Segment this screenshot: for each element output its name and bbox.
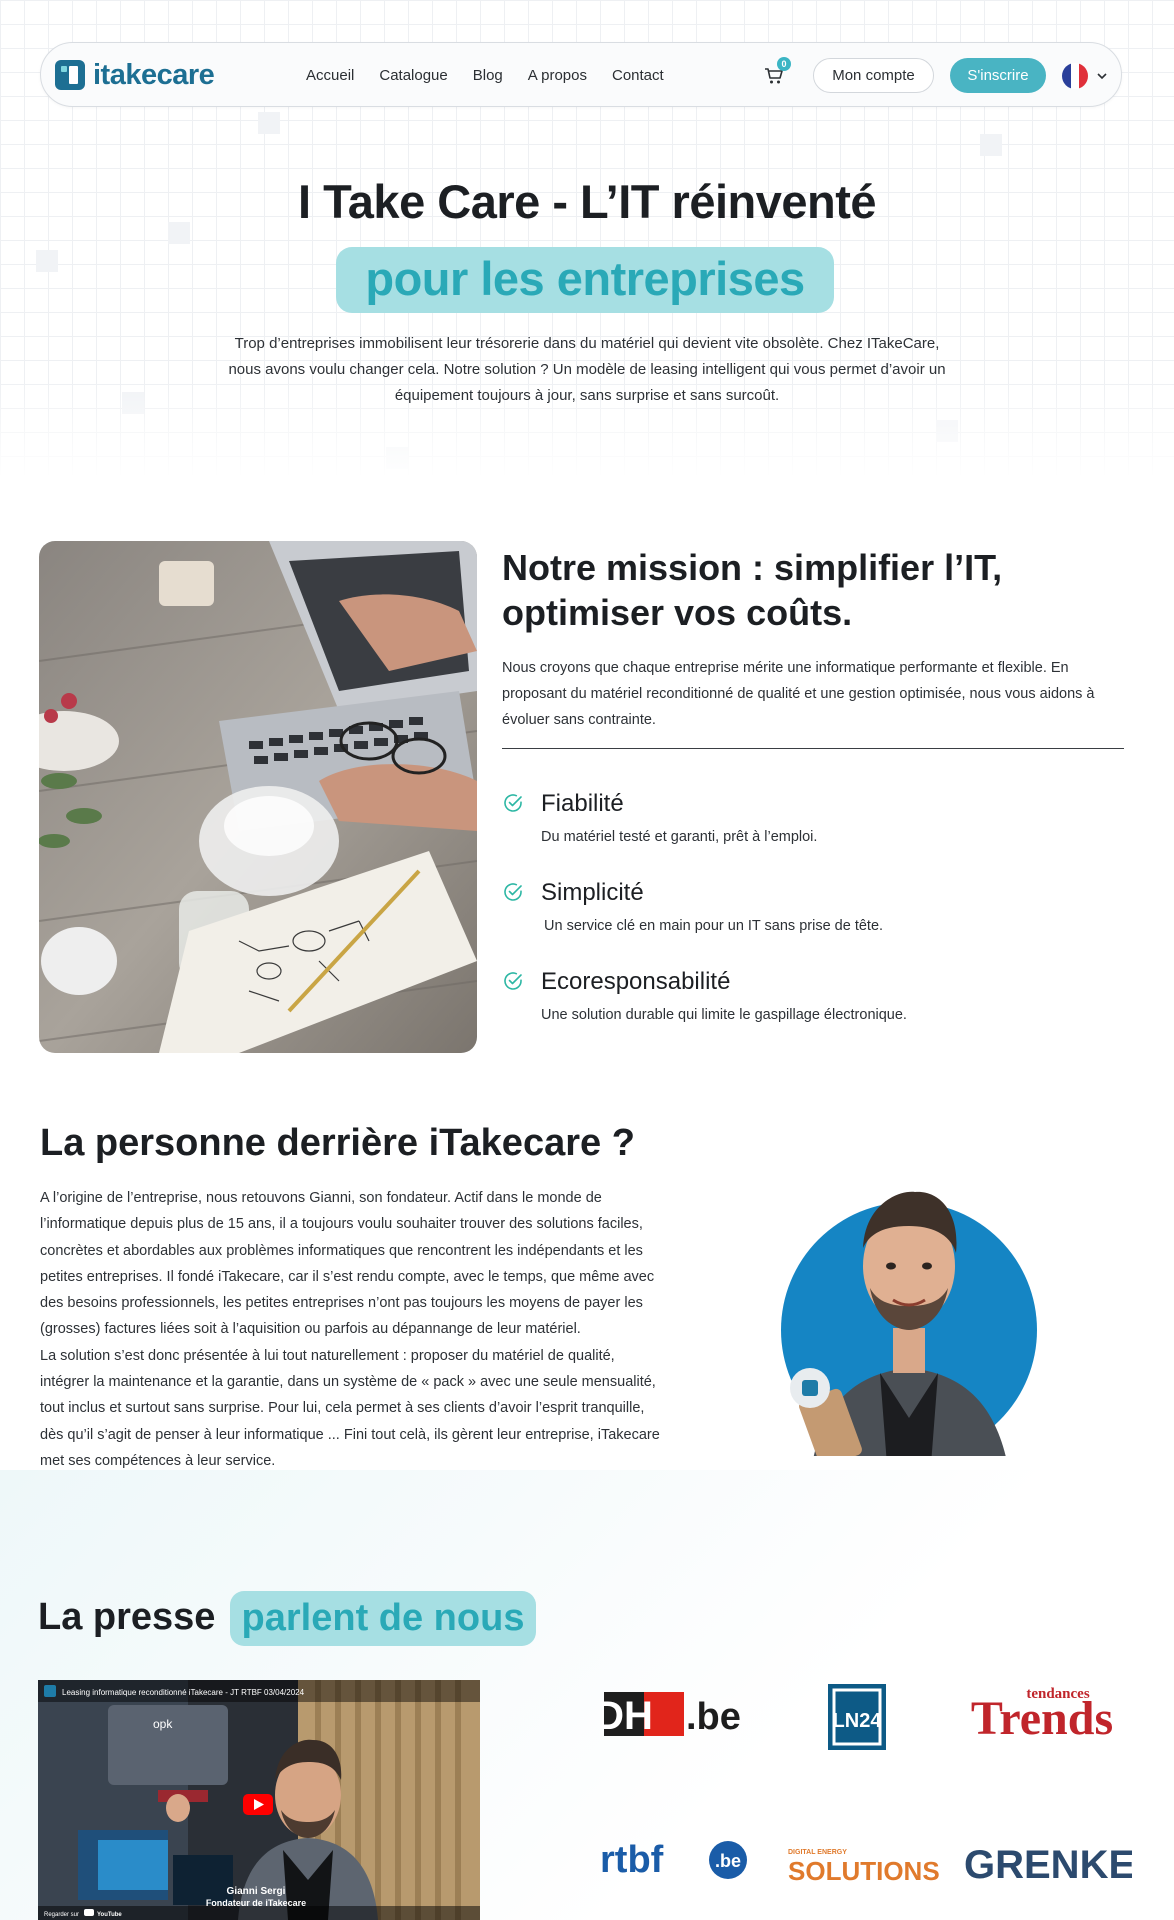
rtbf-suffix: .be: [715, 1851, 741, 1871]
chevron-down-icon: [1097, 73, 1107, 80]
press-highlight: parlent de nous: [230, 1591, 536, 1646]
rtbf-text: rtbf: [600, 1839, 664, 1881]
divider: [502, 748, 1124, 749]
video-speaker-name: Gianni Sergi: [227, 1886, 286, 1897]
check-circle-icon: [504, 972, 522, 990]
main-nav: Accueil Catalogue Blog A propos Contact: [306, 43, 689, 108]
grenke-logo[interactable]: GRENKE: [962, 1838, 1135, 1888]
nav-link-catalogue[interactable]: Catalogue: [379, 67, 447, 84]
press-video[interactable]: opk Leasing informatique reconditionné i…: [38, 1680, 480, 1920]
nav-link-a-propos[interactable]: A propos: [528, 67, 587, 84]
dh-be-logo[interactable]: DH .be: [595, 1686, 759, 1742]
header-navbar: itakecare Accueil Catalogue Blog A propo…: [40, 42, 1122, 107]
feature-description: Une solution durable qui limite le gaspi…: [541, 1007, 907, 1023]
hero-title: I Take Care - L’IT réinventé: [297, 175, 877, 228]
mission-image: [39, 541, 477, 1053]
grid-square: [36, 250, 58, 272]
fr-flag-icon: [1062, 63, 1088, 89]
founder-photo: [780, 1178, 1042, 1458]
feature-title: Ecoresponsabilité: [541, 968, 731, 995]
press-title: La presse: [38, 1596, 216, 1638]
grenke-text: GRENKE: [964, 1843, 1132, 1887]
trends-logo[interactable]: tendances Trends: [962, 1680, 1122, 1745]
nav-link-blog[interactable]: Blog: [473, 67, 503, 84]
ln24-text: LN24: [833, 1710, 883, 1732]
nav-link-accueil[interactable]: Accueil: [306, 67, 354, 84]
check-circle-icon: [504, 883, 522, 901]
feature-description: Du matériel testé et garanti, prêt à l’e…: [541, 829, 818, 845]
grid-square: [258, 112, 280, 134]
logo-text: itakecare: [93, 58, 215, 91]
feature-title: Fiabilité: [541, 790, 624, 817]
about-paragraph: A l’origine de l’entreprise, nous retouv…: [40, 1190, 655, 1338]
brand-logo[interactable]: itakecare: [55, 57, 215, 93]
mission-title: Notre mission : simplifier l’IT, optimis…: [502, 547, 1003, 633]
dh-letters: DH: [602, 1694, 653, 1738]
language-selector[interactable]: [1062, 63, 1109, 89]
ses-big-text: SOLUTIONS: [788, 1856, 940, 1886]
nav-link-contact[interactable]: Contact: [612, 67, 664, 84]
signup-button[interactable]: S'inscrire: [950, 58, 1046, 93]
rtbf-logo[interactable]: rtbf .be: [598, 1836, 748, 1884]
ses-small-text: DIGITAL ENERGY: [788, 1849, 847, 1856]
digital-energy-solutions-logo[interactable]: DIGITAL ENERGY SOLUTIONS: [786, 1844, 940, 1886]
feature-description: Un service clé en main pour un IT sans p…: [544, 918, 884, 934]
about-title: La personne derrière iTakecare ?: [40, 1122, 635, 1164]
ln24-logo[interactable]: LN24: [826, 1682, 888, 1752]
grid-square: [980, 134, 1002, 156]
logo-icon: [55, 60, 85, 90]
about-text: A l’origine de l’entreprise, nous retouv…: [40, 1185, 666, 1474]
mission-description: Nous croyons que chaque entreprise mérit…: [502, 660, 1095, 728]
trends-big-text: Trends: [971, 1692, 1113, 1742]
youtube-play-icon: [243, 1794, 273, 1815]
account-button[interactable]: Mon compte: [813, 58, 934, 93]
hero-highlight: pour les entreprises: [336, 247, 834, 313]
check-circle-icon: [504, 794, 522, 812]
hero-description: Trop d’entreprises immobilisent leur tré…: [228, 335, 946, 404]
cart-count-badge: 0: [777, 57, 791, 71]
feature-title: Simplicité: [541, 879, 644, 906]
dh-suffix: .be: [686, 1696, 741, 1738]
video-screen-word: opk: [153, 1717, 173, 1731]
video-platform: YouTube: [97, 1912, 122, 1918]
about-paragraph: La solution s’est donc présentée à lui t…: [40, 1347, 660, 1469]
video-watch-on: Regarder sur: [44, 1912, 79, 1918]
video-top-caption: Leasing informatique reconditionné iTake…: [62, 1688, 305, 1697]
cart-button[interactable]: 0: [763, 57, 791, 87]
